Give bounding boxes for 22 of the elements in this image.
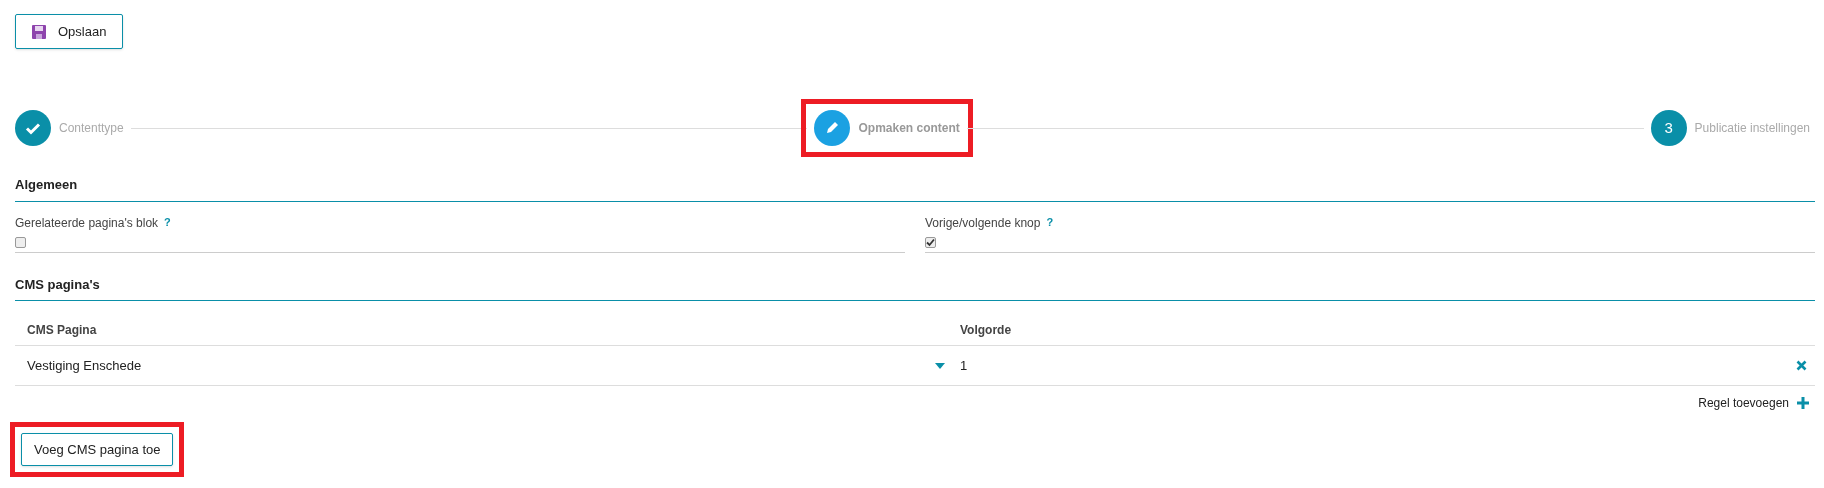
help-link[interactable]: ? [164, 214, 171, 231]
add-page-button[interactable]: Voeg CMS pagina toe [21, 433, 174, 466]
plus-icon [1797, 397, 1809, 409]
checkbox[interactable] [15, 236, 26, 248]
help-link[interactable]: ? [1046, 214, 1054, 231]
add-row-link[interactable]: Regel toevoegen [1698, 394, 1815, 412]
section-title: CMS pagina's [15, 274, 1815, 301]
column-header: Volgorde [960, 322, 1012, 339]
checkbox[interactable] [925, 236, 936, 248]
field-label: Vorige/volgende knop [925, 214, 1041, 232]
save-button[interactable]: Opslaan [15, 14, 124, 49]
caret-down-icon [935, 362, 945, 369]
column-header: CMS Pagina [26, 322, 98, 339]
step-label: Contenttype [59, 120, 124, 137]
page-select[interactable]: Vestiging Enschede [15, 355, 960, 376]
field-label: Gerelateerde pagina's blok [15, 214, 159, 232]
section-title: Algemeen [15, 175, 1815, 202]
close-icon[interactable] [1796, 360, 1807, 371]
step-label: Opmaken content [858, 120, 960, 137]
pencil-icon [824, 120, 841, 136]
order-field[interactable]: 1 [960, 355, 1796, 376]
step-label: Publicatie instellingen [1694, 120, 1810, 137]
